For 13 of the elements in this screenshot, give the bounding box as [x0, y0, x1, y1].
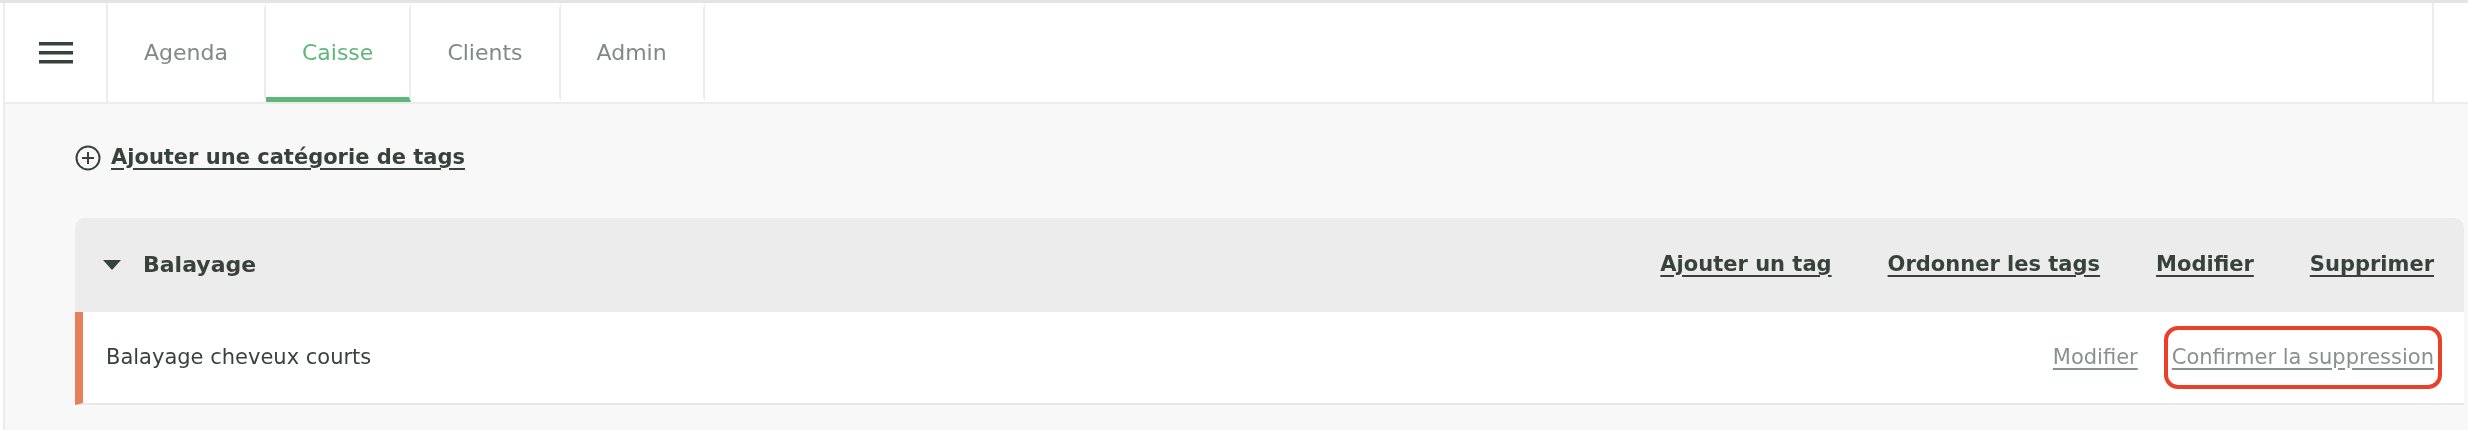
category-action-link[interactable]: Modifier	[2156, 249, 2254, 281]
tag-name: Balayage cheveux courts	[106, 343, 372, 371]
tag-action-link[interactable]: Confirmer la suppression	[2163, 325, 2442, 389]
menu-icon	[38, 41, 73, 64]
caret-icon[interactable]	[103, 259, 121, 270]
tag-action-link[interactable]: Modifier	[2044, 325, 2146, 389]
category-name: Balayage	[143, 251, 257, 280]
category-action-link[interactable]: Ajouter un tag	[1660, 249, 1832, 281]
category-action-link[interactable]: Supprimer	[2309, 249, 2434, 281]
nav-tab[interactable]: Caisse	[265, 3, 412, 102]
category-action-link[interactable]: Ordonner les tags	[1887, 249, 2101, 281]
add-circle-icon	[75, 144, 101, 171]
add-category-link[interactable]: Ajouter une catégorie de tags	[75, 142, 466, 174]
